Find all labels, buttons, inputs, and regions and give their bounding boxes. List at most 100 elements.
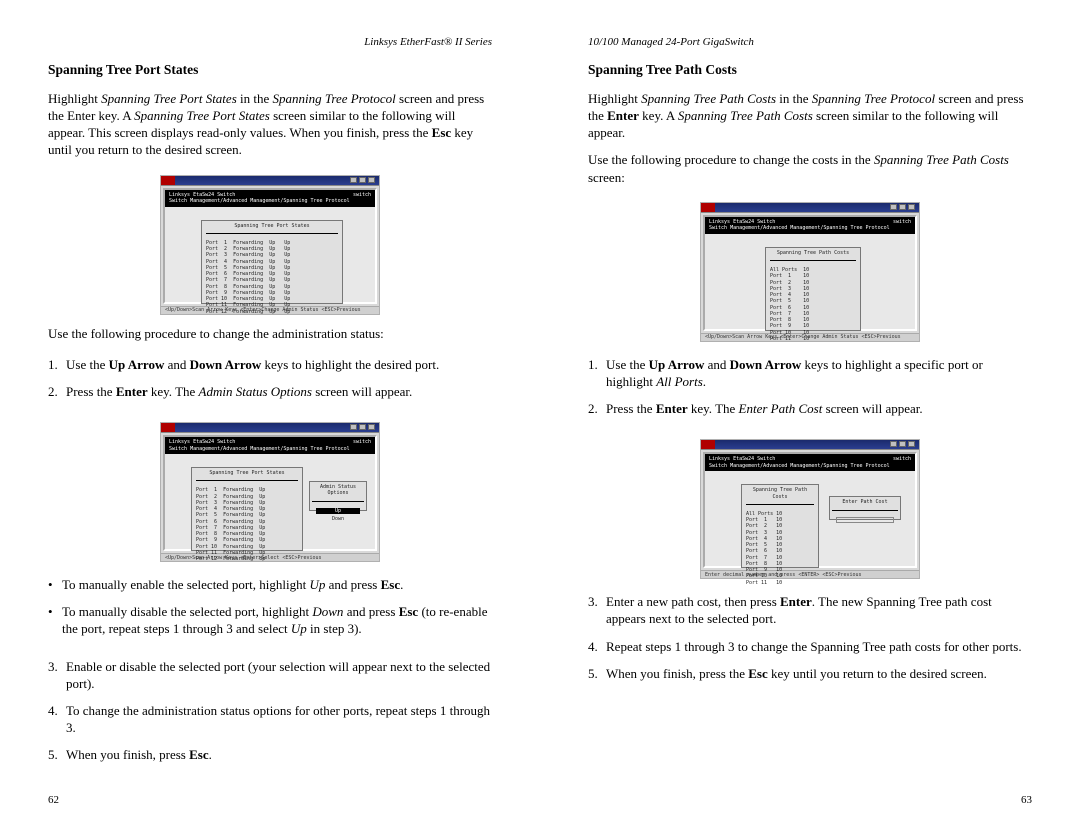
t: Spanning Tree Path Costs	[678, 108, 813, 123]
page-62: Linksys EtherFast® II Series Spanning Tr…	[0, 0, 540, 834]
t: Enter	[656, 401, 688, 416]
t: key. The	[148, 384, 199, 399]
t: .	[703, 374, 706, 389]
bullet-enable: •To manually enable the selected port, h…	[48, 576, 492, 593]
t: To manually enable the selected port, hi…	[62, 577, 309, 592]
t: and press	[325, 577, 380, 592]
steps-right-1-2: 1.Use the Up Arrow and Down Arrow keys t…	[588, 356, 1032, 427]
t: All Ports	[656, 374, 703, 389]
t: Highlight	[48, 91, 101, 106]
t: Use the	[66, 357, 109, 372]
t: Enter	[607, 108, 639, 123]
t: Linksys EtaSw24 Switch	[709, 219, 775, 225]
t: Up	[291, 621, 307, 636]
t: Spanning Tree Path Costs	[874, 152, 1009, 167]
t: Press the	[606, 401, 656, 416]
t: Enter	[780, 594, 812, 609]
t: screen:	[588, 170, 625, 185]
t: Highlight	[588, 91, 641, 106]
t: key until you return to the desired scre…	[768, 666, 987, 681]
section-title-port-states: Spanning Tree Port States	[48, 62, 492, 78]
t: Switch Management/Advanced Management/Sp…	[169, 198, 350, 204]
t: Esc	[432, 125, 452, 140]
t: When you finish, press	[66, 747, 189, 762]
panel-title: Spanning Tree Port States	[196, 470, 298, 476]
t: Switch Management/Advanced Management/Sp…	[709, 463, 890, 469]
t: To manually disable the selected port, h…	[62, 604, 312, 619]
step-2: 2.Press the Enter key. The Enter Path Co…	[588, 400, 1032, 417]
t: Enter	[116, 384, 148, 399]
t: Enable or disable the selected port (you…	[66, 658, 492, 692]
t: Esc	[748, 666, 768, 681]
steps-right-3-5: 3.Enter a new path cost, then press Ente…	[588, 593, 1032, 692]
panel-title: Spanning Tree Path Costs	[746, 487, 814, 500]
t: Linksys EtaSw24 Switch	[169, 439, 235, 445]
t: Esc	[399, 604, 419, 619]
t: Up Arrow	[649, 357, 705, 372]
t: Spanning Tree Protocol	[273, 91, 396, 106]
t: key. A	[639, 108, 678, 123]
t: key. The	[688, 401, 739, 416]
window-titlebar	[161, 176, 379, 186]
t: Use the	[606, 357, 649, 372]
t: Esc	[189, 747, 209, 762]
figure-port-states-2: Linksys EtaSw24 SwitchSwitch Management/…	[48, 422, 492, 562]
t: keys to highlight the desired port.	[261, 357, 439, 372]
panel-title: Spanning Tree Path Costs	[770, 250, 856, 256]
t: Repeat steps 1 through 3 to change the S…	[606, 638, 1032, 655]
panel-title: Spanning Tree Port States	[206, 223, 338, 229]
t: Spanning Tree Path Costs	[641, 91, 776, 106]
terminal-header: Linksys EtaSw24 SwitchSwitch Management/…	[165, 190, 375, 207]
t: Spanning Tree Port States	[134, 108, 270, 123]
figure-path-costs-2: Linksys EtaSw24 SwitchSwitch Management/…	[588, 439, 1032, 579]
procedure-heading-left: Use the following procedure to change th…	[48, 325, 492, 342]
bullet-disable: •To manually disable the selected port, …	[48, 603, 492, 637]
t: Switch Management/Advanced Management/Sp…	[169, 446, 350, 452]
terminal-header: Linksys EtaSw24 SwitchSwitch Management/…	[705, 217, 915, 234]
t: .	[209, 747, 212, 762]
t: Spanning Tree Port States	[101, 91, 237, 106]
t: and	[164, 357, 189, 372]
step-2: 2.Press the Enter key. The Admin Status …	[48, 383, 492, 400]
popup-option: Up	[316, 508, 360, 514]
terminal-header: Linksys EtaSw24 SwitchSwitch Management/…	[165, 437, 375, 454]
t: screen will appear.	[822, 401, 922, 416]
steps-left-3-5: 3.Enable or disable the selected port (y…	[48, 658, 492, 774]
step-4: 4.Repeat steps 1 through 3 to change the…	[588, 638, 1032, 655]
steps-left-1-2: 1.Use the Up Arrow and Down Arrow keys t…	[48, 356, 492, 410]
t: Up Arrow	[109, 357, 165, 372]
t: Spanning Tree Protocol	[812, 91, 935, 106]
t: Press the	[66, 384, 116, 399]
t: Admin Status Options	[199, 384, 312, 399]
t: switch	[353, 192, 371, 205]
step-3: 3.Enable or disable the selected port (y…	[48, 658, 492, 692]
t: .	[400, 577, 403, 592]
t: Esc	[381, 577, 401, 592]
running-head-right: 10/100 Managed 24-Port GigaSwitch	[588, 36, 1032, 48]
running-head-left: Linksys EtherFast® II Series	[48, 36, 492, 48]
window-titlebar	[161, 423, 379, 433]
popup-title: Admin Status Options	[312, 484, 364, 497]
procedure-heading-right: Use the following procedure to change th…	[588, 151, 1032, 185]
t: in step 3).	[307, 621, 362, 636]
step-3: 3.Enter a new path cost, then press Ente…	[588, 593, 1032, 627]
popup-option: Down	[312, 516, 364, 522]
t: Up	[309, 577, 325, 592]
figure-path-costs-1: Linksys EtaSw24 SwitchSwitch Management/…	[588, 202, 1032, 342]
section-title-path-costs: Spanning Tree Path Costs	[588, 62, 1032, 78]
intro-paragraph-right: Highlight Spanning Tree Path Costs in th…	[588, 90, 1032, 141]
figure-port-states-1: Linksys EtaSw24 SwitchSwitch Management/…	[48, 175, 492, 315]
port-table: All Ports 10 Port 1 10 Port 2 10 Port 3 …	[746, 511, 814, 586]
t: in the	[237, 91, 273, 106]
step-1: 1.Use the Up Arrow and Down Arrow keys t…	[588, 356, 1032, 390]
port-table: Port 1 Forwarding Up Up Port 2 Forwardin…	[206, 240, 338, 315]
page-number-left: 62	[48, 794, 492, 806]
window-titlebar	[701, 203, 919, 213]
popup-title: Enter Path Cost	[832, 499, 898, 505]
window-titlebar	[701, 440, 919, 450]
t: Down	[312, 604, 343, 619]
t: Enter a new path cost, then press	[606, 594, 780, 609]
t: switch	[893, 219, 911, 232]
page-number-right: 63	[588, 794, 1032, 806]
t: When you finish, press the	[606, 666, 748, 681]
